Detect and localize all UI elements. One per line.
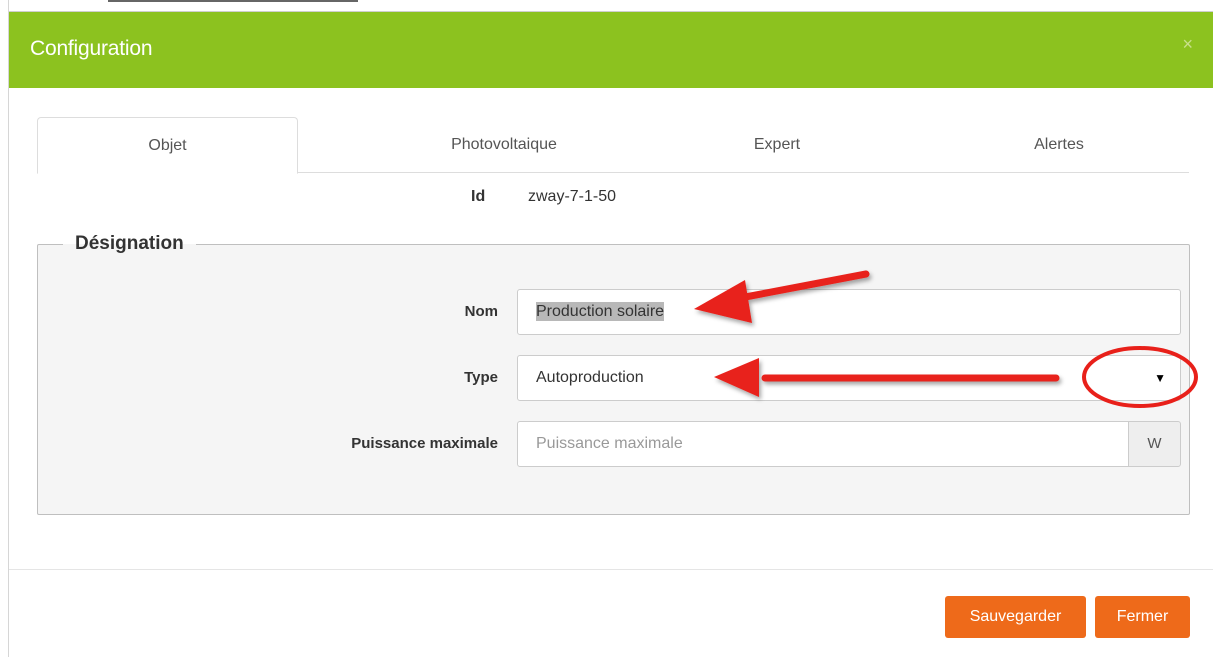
id-value: zway-7-1-50 — [528, 188, 617, 205]
nom-input[interactable]: Production solaire — [517, 289, 1181, 335]
puissance-row: Puissance maximale Puissance maximale W — [0, 421, 1213, 467]
close-icon[interactable]: × — [1182, 34, 1193, 55]
save-button[interactable]: Sauvegarder — [945, 596, 1086, 638]
dialog-header: Configuration × — [9, 12, 1213, 88]
configuration-dialog: Configuration × Objet Photovoltaique Exp… — [0, 0, 1213, 657]
puissance-label: Puissance maximale — [351, 435, 498, 452]
tab-bar: Objet Photovoltaique Expert Alertes — [37, 117, 1189, 174]
tab-photovoltaique[interactable]: Photovoltaique — [360, 117, 648, 173]
tab-expert[interactable]: Expert — [633, 117, 921, 173]
tab-objet[interactable]: Objet — [37, 117, 298, 174]
type-label: Type — [464, 369, 498, 386]
puissance-input[interactable]: Puissance maximale — [517, 421, 1129, 467]
dialog-title: Configuration — [30, 37, 153, 60]
type-select-value: Autoproduction — [536, 369, 644, 386]
close-button[interactable]: Fermer — [1095, 596, 1190, 638]
nom-label: Nom — [464, 303, 498, 320]
id-label: Id — [471, 188, 486, 205]
unit-addon: W — [1128, 421, 1181, 467]
nom-input-value: Production solaire — [536, 302, 665, 321]
nom-row: Nom Production solaire — [0, 289, 1213, 335]
type-row: Type Autoproduction ▼ — [0, 355, 1213, 401]
type-select[interactable]: Autoproduction ▼ — [517, 355, 1181, 401]
footer-divider — [9, 569, 1213, 570]
tab-alertes[interactable]: Alertes — [915, 117, 1203, 173]
chevron-down-icon[interactable]: ▼ — [1154, 356, 1166, 400]
designation-legend: Désignation — [75, 233, 184, 254]
backdrop-edge — [8, 0, 1213, 12]
